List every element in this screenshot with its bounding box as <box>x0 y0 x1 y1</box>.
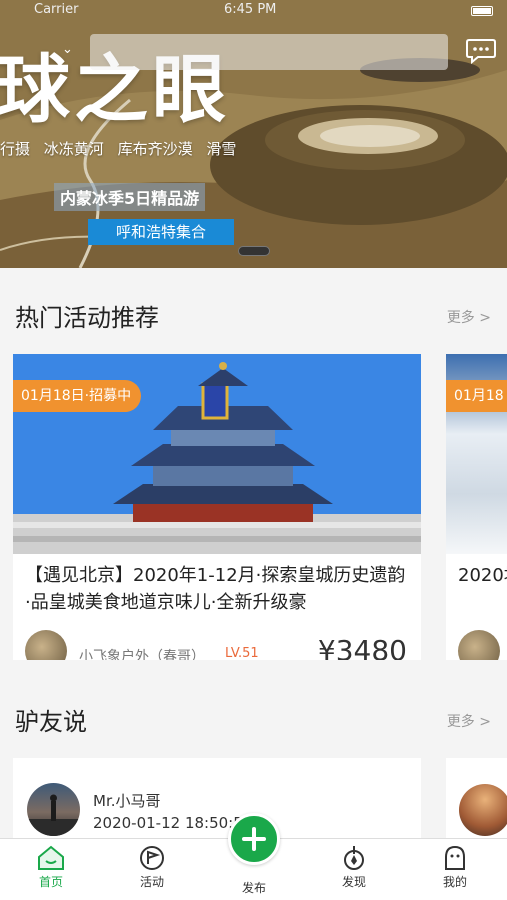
compass-icon <box>344 846 364 870</box>
tab-label: 活动 <box>139 875 164 889</box>
hero-location-tag: 呼和浩特集合 <box>88 219 234 245</box>
hero-tag: 行摄 <box>0 140 31 158</box>
activity-date-badge: 01月18 <box>446 380 507 412</box>
hot-activities-title: 热门活动推荐 <box>15 304 159 332</box>
home-icon <box>38 845 64 870</box>
friends-say-title: 驴友说 <box>15 708 87 736</box>
organizer-level-badge: LV.51 <box>225 646 259 660</box>
hero-subtitle: 内蒙冰季5日精品游 <box>54 183 206 211</box>
tab-label: 我的 <box>442 875 467 889</box>
avatar[interactable] <box>459 784 507 836</box>
tab-discover[interactable]: 发现 <box>324 843 384 890</box>
avatar <box>458 630 500 660</box>
hero-tag: 冰冻黄河 <box>43 140 104 158</box>
search-bar[interactable] <box>90 34 448 70</box>
hero-tag: 滑雪 <box>206 140 237 158</box>
publish-label: 发布 <box>241 881 266 895</box>
tab-label: 发现 <box>341 875 366 889</box>
message-icon[interactable] <box>466 38 496 64</box>
avatar <box>25 630 67 660</box>
clock: 6:45 PM <box>224 2 277 17</box>
activity-title: 【遇见北京】2020年1-12月·探索皇城历史遗韵·品皇城美食地道京味儿·全新升… <box>25 565 406 613</box>
person-icon <box>445 845 465 870</box>
tab-profile[interactable]: 我的 <box>425 843 485 890</box>
activity-price: ¥3480 <box>317 634 407 660</box>
carrier-label: Carrier <box>34 2 79 17</box>
hot-activities-more-link[interactable]: 更多 > <box>447 307 491 327</box>
organizer-name: 小飞象户外（春哥） <box>79 649 205 660</box>
hero-banner[interactable]: Carrier 6:45 PM 球之眼 ⌄ 行摄 冰冻黄河 库布齐沙漠 滑雪 内… <box>0 0 507 268</box>
hero-tags: 行摄 冰冻黄河 库布齐沙漠 滑雪 <box>0 138 245 159</box>
hero-tag: 库布齐沙漠 <box>117 140 193 158</box>
tab-activities[interactable]: 活动 <box>122 843 182 890</box>
activity-date-badge: 01月18日·招募中 <box>13 380 142 412</box>
friends-say-more-link[interactable]: 更多 > <box>447 711 491 731</box>
activity-title: 2020坝.冰 <box>458 565 507 586</box>
friend-post-card[interactable]: Mr.小马哥 2020-01-12 18:50:5 <box>13 758 421 842</box>
publish-button[interactable] <box>228 813 280 865</box>
carousel-indicator[interactable] <box>238 246 270 256</box>
status-bar: Carrier 6:45 PM <box>0 0 507 22</box>
activity-card[interactable]: 01月18 2020坝.冰 <box>446 354 507 660</box>
battery-icon <box>471 6 493 16</box>
avatar[interactable] <box>27 783 80 836</box>
friend-post-card[interactable] <box>446 758 507 842</box>
activity-card[interactable]: 01月18日·招募中 【遇见北京】2020年1-12月·探索皇城历史遗韵·品皇城… <box>13 354 421 660</box>
bottom-tab-bar: 首页 活动 发布 发现 我的 <box>0 813 507 900</box>
flag-icon <box>140 846 164 870</box>
poster-name: Mr.小马哥 <box>93 792 161 810</box>
post-timestamp: 2020-01-12 18:50:5 <box>93 814 243 832</box>
tab-label: 首页 <box>38 875 63 889</box>
chevron-down-icon[interactable]: ⌄ <box>62 42 73 57</box>
tab-home[interactable]: 首页 <box>21 843 81 890</box>
